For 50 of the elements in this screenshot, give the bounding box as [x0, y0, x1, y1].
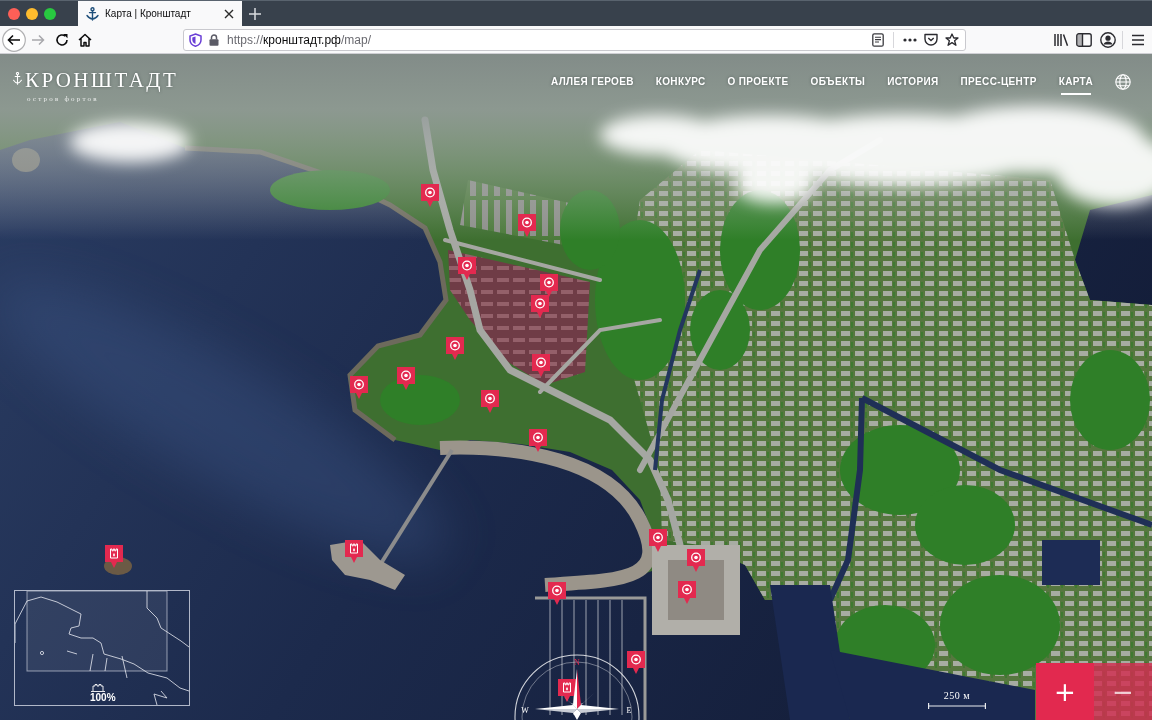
zoom-in-button[interactable]: + — [1036, 663, 1094, 720]
logo-wordmark[interactable]: КРОНШТАДТ — [25, 70, 179, 90]
globe-icon[interactable] — [1115, 74, 1131, 90]
window-close-icon[interactable] — [8, 7, 20, 20]
library-icon[interactable] — [1053, 32, 1069, 47]
reader-view-icon[interactable] — [872, 32, 884, 47]
back-icon[interactable] — [2, 27, 26, 52]
address-bar[interactable]: https://кронштадт.рф/map/ — [183, 28, 966, 51]
scale-label: 250 м — [943, 690, 971, 701]
map-pin-icon[interactable] — [529, 429, 547, 452]
scale-bar-icon — [928, 703, 986, 709]
plus-icon[interactable] — [249, 7, 261, 20]
map-pin-icon[interactable] — [531, 295, 549, 318]
nav-link[interactable]: О ПРОЕКТЕ — [727, 76, 789, 95]
window-minimize-icon[interactable] — [26, 7, 38, 20]
star-icon[interactable] — [945, 32, 959, 47]
tower-pin-icon[interactable] — [105, 545, 123, 568]
castle-icon — [90, 683, 106, 692]
account-icon[interactable] — [1100, 31, 1116, 48]
nav-link[interactable]: ПРЕСС-ЦЕНТР — [960, 76, 1037, 95]
zoom-level-label: 100% — [90, 693, 116, 703]
nav-link[interactable]: ИСТОРИЯ — [887, 76, 939, 95]
more-options-icon[interactable] — [903, 37, 917, 42]
pouch-icon[interactable] — [924, 33, 938, 46]
compass-letter: E — [626, 706, 632, 715]
nav-link[interactable]: АЛЛЕЯ ГЕРОЕВ — [551, 76, 634, 95]
shield-icon[interactable] — [189, 32, 202, 47]
map-pin-icon[interactable] — [532, 354, 550, 377]
map-pin-icon[interactable] — [350, 376, 368, 399]
home-icon[interactable] — [78, 32, 92, 47]
sidebar-icon[interactable] — [1076, 32, 1092, 47]
map-pin-icon[interactable] — [458, 257, 476, 280]
anchor-icon — [86, 6, 99, 21]
nav-link[interactable]: КОНКУРС — [655, 76, 706, 95]
url-text: https://кронштадт.рф/map/ — [227, 32, 372, 47]
map-pin-icon[interactable] — [548, 582, 566, 605]
compass-letter: W — [521, 706, 529, 715]
map-pin-icon[interactable] — [540, 274, 558, 297]
compass-letter: N — [574, 658, 580, 667]
browser-tab[interactable]: Карта | Кронштадт — [78, 1, 242, 26]
reload-icon[interactable] — [55, 32, 69, 47]
nav-link[interactable]: КАРТА — [1058, 76, 1093, 95]
anchor-icon — [13, 72, 22, 85]
nav-link[interactable]: ОБЪЕКТЫ — [810, 76, 866, 95]
menu-icon[interactable] — [1131, 33, 1145, 46]
window-maximize-icon[interactable] — [44, 7, 56, 20]
lock-icon[interactable] — [209, 33, 219, 46]
map-pin-icon[interactable] — [627, 651, 645, 674]
minimap[interactable]: 100% — [14, 590, 190, 706]
close-icon[interactable] — [224, 8, 234, 19]
